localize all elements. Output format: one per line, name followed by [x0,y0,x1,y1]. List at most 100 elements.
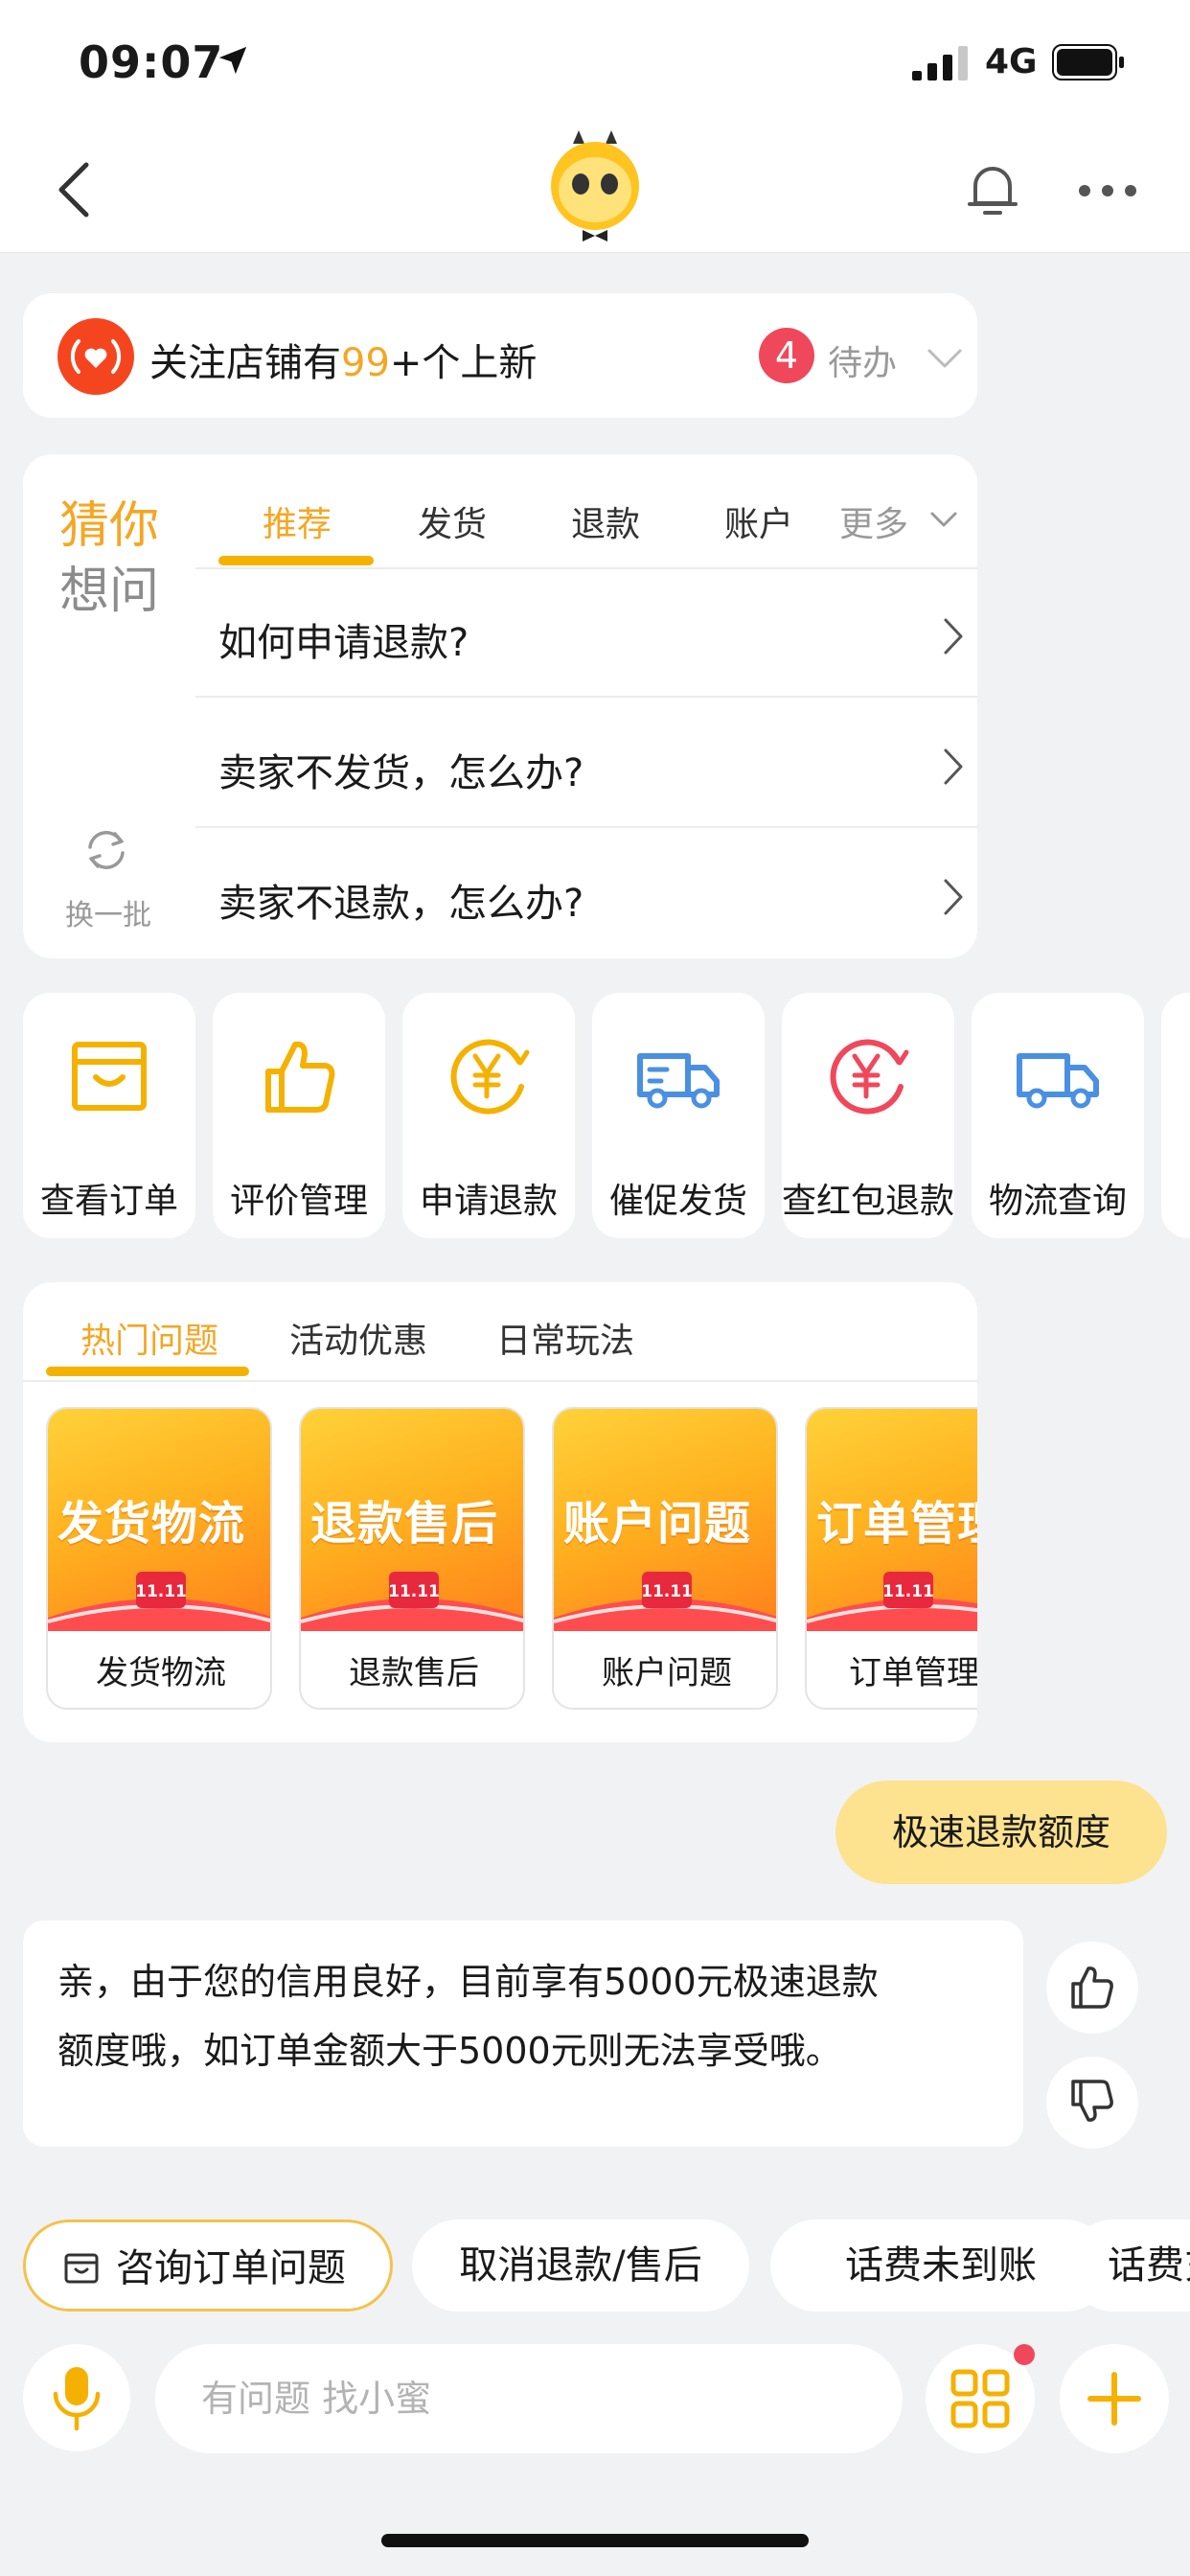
thumbs-down-icon [1071,2080,1113,2122]
add-button[interactable] [1060,2344,1169,2453]
quick-action-label: 申请退款 [419,1182,558,1221]
question-text: 卖家不发货，怎么办? [218,751,584,795]
status-time: 09:07 [79,36,224,88]
new-items-count: 99 [341,341,390,385]
reply-line-1: 亲，由于您的信用良好，目前享有5000元极速退款 [57,1961,879,2003]
quick-action-label: 查看订单 [39,1182,178,1221]
guess-questions-card: 猜你 想问 换一批 推荐 发货 退款 账户 更多 如何申请退款? 卖家不发货，怎… [23,454,977,958]
chevron-down-icon[interactable] [926,347,964,370]
more-options-icon[interactable] [1077,182,1138,199]
festival-badge-text: 11.11 [641,1582,693,1601]
grid-apps-icon [950,2369,1010,2428]
followed-shops-card[interactable]: 关注店铺有99+个上新 4 待办 [23,293,977,418]
question-item[interactable]: 卖家不发货，怎么办? [195,700,977,828]
assistant-mascot-logo [551,130,639,242]
follow-suffix: +个上新 [389,341,538,385]
microphone-icon [53,2367,101,2430]
topic-banner-title: 发货物流 [57,1497,246,1551]
network-type: 4G [985,42,1038,81]
chip-phone-bill-not-received[interactable]: 话费未到账 [770,2220,1111,2312]
quick-action-view-orders[interactable]: 查看订单 [23,993,195,1238]
topic-tile-refund[interactable]: 退款售后 11.11 退款售后 [299,1407,525,1710]
question-category-tabs: 推荐 发货 退款 账户 更多 [195,454,977,569]
quick-action-urge-shipping[interactable]: 催促发货 [592,993,765,1238]
chevron-right-icon [944,748,963,785]
shopping-festival-decoration: 11.11 [554,1572,776,1631]
hot-topics-card: 热门问题 活动优惠 日常玩法 发货物流 11.11 发货物流 退款售后 11.1… [23,1282,977,1742]
delivery-truck-icon [637,1053,720,1109]
tab-divider [23,1380,977,1382]
chevron-down-icon[interactable] [929,510,958,529]
quick-action-review-management[interactable]: 评价管理 [213,993,385,1238]
quick-action-redpacket-refund[interactable]: 查红包退款 [782,993,954,1238]
festival-badge-text: 11.11 [135,1582,187,1601]
refresh-batch-label[interactable]: 换一批 [65,891,151,933]
apps-menu-button[interactable] [926,2344,1035,2453]
quick-action-label: 评价管理 [229,1182,368,1221]
dislike-button[interactable] [1046,2057,1138,2149]
festival-badge-text: 11.11 [388,1582,440,1601]
question-item[interactable]: 如何申请退款? [195,569,977,698]
tab-shipping[interactable]: 发货 [418,496,487,546]
guess-title-line-1: 猜你 [59,497,160,555]
chip-label: 话费充值 [1108,2243,1190,2288]
topic-banner: 退款售后 11.11 [301,1409,523,1631]
topic-banner: 订单管理 11.11 [807,1409,977,1631]
topic-banner: 账户问题 11.11 [554,1409,776,1631]
tab-recommend[interactable]: 推荐 [263,496,332,546]
assistant-reply-text: 亲，由于您的信用良好，目前享有5000元极速退款 额度哦，如订单金额大于5000元… [57,1947,1006,2085]
notification-bell-icon[interactable] [962,159,1023,220]
yuan-redpacket-icon [830,1039,909,1115]
signal-bars-icon [912,46,968,80]
like-button[interactable] [1046,1942,1138,2034]
topic-caption: 发货物流 [96,1654,226,1692]
quick-action-label: 查红包退款 [782,1182,955,1221]
voice-input-button[interactable] [23,2344,130,2451]
refresh-icon[interactable] [82,826,130,874]
tab-refund[interactable]: 退款 [571,496,640,546]
topic-banner-title: 账户问题 [563,1497,752,1551]
chip-order-inquiry[interactable]: 咨询订单问题 [23,2220,393,2312]
topic-banner-title: 订单管理 [816,1497,977,1551]
tab-hot-questions[interactable]: 热门问题 [80,1313,218,1363]
home-indicator[interactable] [381,2534,809,2547]
shopping-festival-decoration: 11.11 [301,1572,523,1631]
quick-action-apply-refund[interactable]: 申请退款 [402,993,575,1238]
thumbs-up-icon [1071,1966,1113,2009]
active-tab-indicator [218,556,374,565]
topic-tiles-row: 发货物流 11.11 发货物流 退款售后 11.11 退款售后 账户问题 11.… [46,1407,977,1714]
question-item[interactable]: 卖家不退款，怎么办? [195,830,977,958]
assistant-reply-bubble: 亲，由于您的信用良好，目前享有5000元极速退款 额度哦，如订单金额大于5000元… [23,1920,1023,2147]
active-tab-indicator [46,1367,249,1376]
topic-tile-account[interactable]: 账户问题 11.11 账户问题 [552,1407,778,1710]
question-text: 卖家不退款，怎么办? [218,882,584,926]
chevron-right-icon [944,618,963,655]
todo-count-badge: 4 [759,328,814,383]
back-icon[interactable] [56,161,94,218]
yuan-refund-icon [450,1039,530,1115]
tab-account[interactable]: 账户 [724,496,793,546]
topic-tile-shipping[interactable]: 发货物流 11.11 发货物流 [46,1407,272,1710]
topic-tile-orders[interactable]: 订单管理 11.11 订单管理 [805,1407,977,1710]
quick-action-logistics-query[interactable]: 物流查询 [972,993,1144,1238]
chip-phone-recharge[interactable]: 话费充值 [1067,2220,1190,2312]
tab-more[interactable]: 更多 [839,496,908,546]
chip-cancel-refund[interactable]: 取消退款/售后 [412,2220,749,2312]
guess-title-line-2: 想问 [59,563,160,620]
shop-broadcast-icon [57,318,134,395]
status-bar: 09:07 4G [0,0,1190,125]
chevron-right-icon [944,879,963,915]
thumbs-up-icon [265,1041,335,1113]
todo-label[interactable]: 待办 [828,335,897,385]
quick-action-label: 催促发货 [608,1182,747,1221]
unread-dot [1014,2344,1035,2365]
quick-action-overflow[interactable] [1161,993,1190,1238]
shopping-festival-decoration: 11.11 [48,1572,270,1631]
question-text: 如何申请退款? [218,621,469,665]
plus-icon [1087,2372,1141,2426]
shopping-festival-decoration: 11.11 [807,1572,977,1631]
nav-bar [0,125,1190,253]
message-input[interactable] [155,2344,903,2453]
tab-promotions[interactable]: 活动优惠 [289,1313,427,1363]
tab-daily-play[interactable]: 日常玩法 [496,1313,634,1363]
